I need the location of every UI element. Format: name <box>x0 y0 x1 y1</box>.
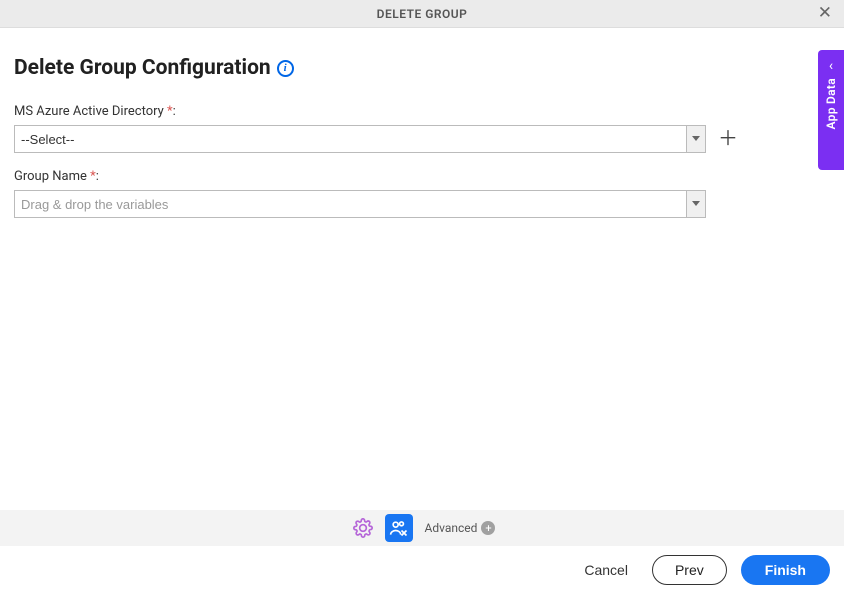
azure-select-input[interactable] <box>14 125 686 153</box>
advanced-toggle[interactable]: Advanced + <box>425 521 496 535</box>
group-name-input[interactable] <box>14 190 706 218</box>
chevron-down-icon <box>692 201 700 207</box>
dialog-title: DELETE GROUP <box>377 7 468 21</box>
field-azure-directory: MS Azure Active Directory *: ＋ <box>14 104 830 153</box>
footer-toolbar: Advanced + <box>0 510 844 546</box>
chevron-down-icon <box>692 136 700 142</box>
button-bar: Cancel Prev Finish <box>0 546 844 594</box>
azure-field-row: ＋ <box>14 125 830 153</box>
dialog-header: DELETE GROUP ✕ <box>0 0 844 28</box>
group-name-label: Group Name *: <box>14 169 830 184</box>
azure-select-trigger[interactable] <box>686 125 706 153</box>
app-data-side-tab[interactable]: ‹ App Data <box>818 50 844 170</box>
azure-label: MS Azure Active Directory *: <box>14 104 830 119</box>
chevron-left-icon: ‹ <box>829 58 833 74</box>
group-name-text-input[interactable] <box>14 190 686 218</box>
field-group-name: Group Name *: <box>14 169 830 218</box>
group-tab-button[interactable] <box>385 514 413 542</box>
app-data-label: App Data <box>824 78 838 129</box>
group-name-trigger[interactable] <box>686 190 706 218</box>
gear-icon <box>353 518 373 538</box>
users-delete-icon <box>389 518 409 538</box>
info-icon[interactable]: i <box>277 60 294 77</box>
plus-icon: ＋ <box>718 128 738 150</box>
azure-select[interactable] <box>14 125 706 153</box>
finish-button[interactable]: Finish <box>741 555 830 585</box>
group-name-field-row <box>14 190 830 218</box>
close-icon: ✕ <box>818 3 832 22</box>
advanced-label: Advanced <box>425 521 478 535</box>
page-title-row: Delete Group Configuration i <box>14 56 830 80</box>
settings-tab-button[interactable] <box>349 514 377 542</box>
close-button[interactable]: ✕ <box>812 2 838 23</box>
plus-circle-icon: + <box>481 521 495 535</box>
prev-button[interactable]: Prev <box>652 555 727 585</box>
cancel-button[interactable]: Cancel <box>574 556 638 584</box>
add-azure-button[interactable]: ＋ <box>716 129 740 149</box>
page-title: Delete Group Configuration <box>14 56 271 80</box>
main-content: Delete Group Configuration i MS Azure Ac… <box>0 28 844 218</box>
